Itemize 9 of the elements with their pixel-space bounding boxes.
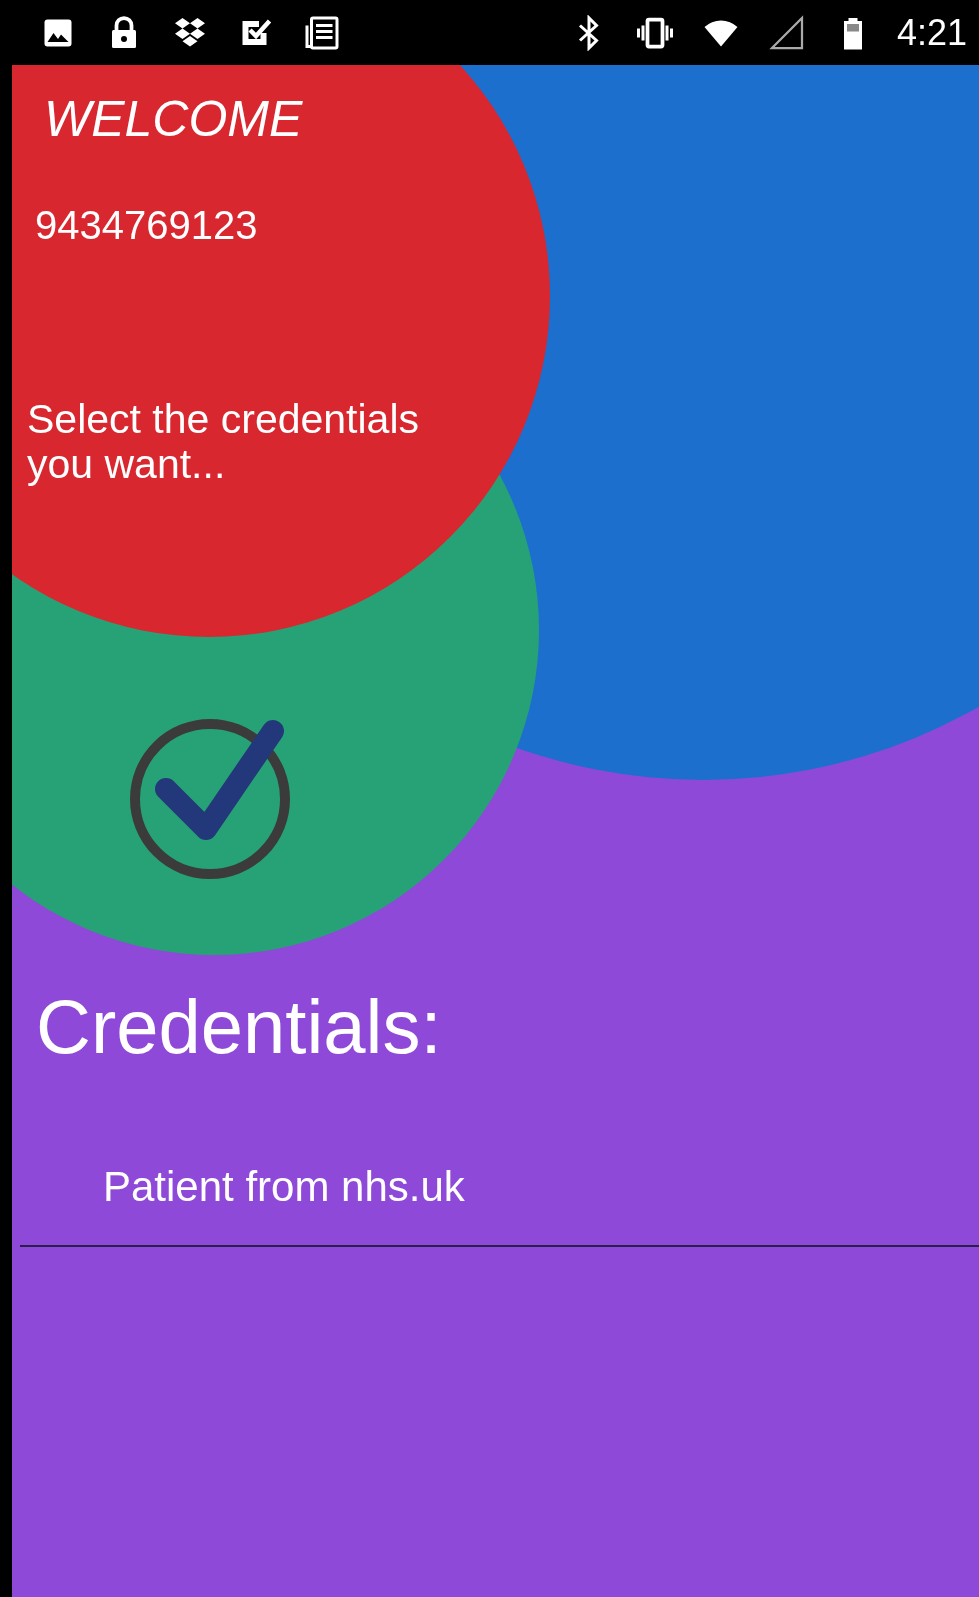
clock: 4:21 bbox=[896, 11, 967, 54]
credential-item[interactable]: Patient from nhs.uk bbox=[103, 1162, 979, 1213]
signal-icon bbox=[768, 14, 805, 51]
check-circle-icon bbox=[128, 717, 292, 882]
phone-number: 9434769123 bbox=[35, 202, 258, 249]
prompt-text: Select the credentials you want... bbox=[27, 397, 420, 488]
welcome-title: WELCOME bbox=[44, 90, 303, 149]
news-icon bbox=[304, 14, 340, 51]
section-title: Credentials: bbox=[36, 983, 442, 1072]
